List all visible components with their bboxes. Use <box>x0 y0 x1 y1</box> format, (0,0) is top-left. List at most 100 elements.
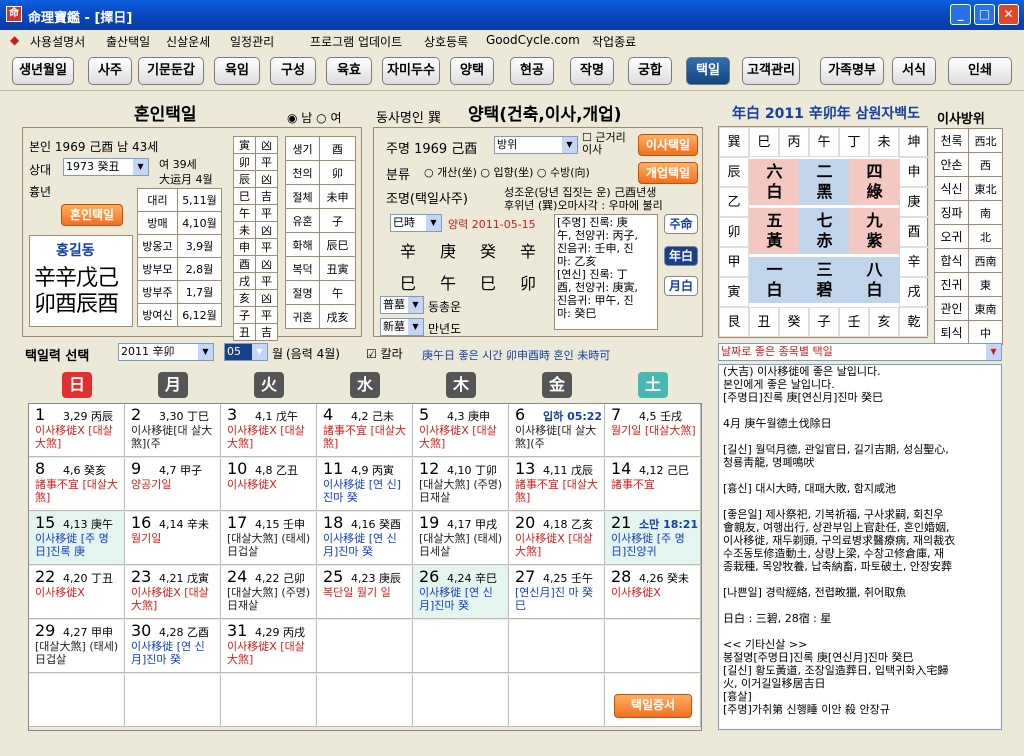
color-checkbox[interactable]: ☑ 칼라 <box>366 345 403 362</box>
calendar-day[interactable]: 29 4,27 甲申 [대살大煞] (태세)日겁살 <box>29 620 125 673</box>
partner-year-select[interactable]: 1973 癸丑 <box>63 158 149 176</box>
calendar-day[interactable]: 20 4,18 乙亥 이사移徙X [대살大煞] <box>509 512 605 565</box>
star-color: 碧 <box>816 280 833 299</box>
minimize-button[interactable]: _ <box>950 4 971 25</box>
day-number: 30 <box>131 621 152 640</box>
gender-radio[interactable]: ◉ 남 ○ 여 <box>287 109 342 126</box>
sel2[interactable]: 新墓 <box>380 318 424 336</box>
calendar-day[interactable]: 9 4,7 甲子 양공기일 <box>125 458 221 511</box>
calendar-day[interactable]: 16 4,14 辛未 월기일 <box>125 512 221 565</box>
calendar-day[interactable]: 7 4,5 壬戌 월기일 [대살大煞] <box>605 404 701 457</box>
samwon-dir: 申 <box>899 157 929 187</box>
calendar-day[interactable]: 17 4,15 壬申 [대살大煞] (태세)日겁살 <box>221 512 317 565</box>
calendar-day[interactable]: 31 4,29 丙戌 이사移徙X [대살大煞] <box>221 620 317 673</box>
marriage-title: 혼인택일 <box>134 105 197 125</box>
toolbar-button[interactable]: 인쇄 <box>948 57 1012 85</box>
toolbar-button[interactable]: 구성 <box>270 57 316 85</box>
calendar-day[interactable]: 5 4,3 庚申 이사移徙X [대살大煞] <box>413 404 509 457</box>
category-radio[interactable]: ○ 개산(坐) ○ 입향(坐) ○ 수방(向) <box>424 164 590 180</box>
month-white-button[interactable]: 月白 <box>664 276 698 296</box>
owner-info: 1969 己酉 <box>414 142 478 157</box>
calendar-day[interactable]: 2 3,30 丁巳 이사移徙[대 살大煞](주 <box>125 404 221 457</box>
toolbar-button[interactable]: 현공 <box>510 57 554 85</box>
day-lunar: 4,18 乙亥 <box>543 518 593 531</box>
calendar-day[interactable]: 11 4,9 丙寅 이사移徙 [연 신]진마 癸 <box>317 458 413 511</box>
calendar-day[interactable]: 24 4,22 己卯 [대살大煞] (주명)日재살 <box>221 566 317 619</box>
toolbar-button[interactable]: 가족명부 <box>820 57 884 85</box>
calendar-day[interactable]: 3 4,1 戊午 이사移徙X [대살大煞] <box>221 404 317 457</box>
calendar-day[interactable]: 1 3,29 丙辰 이사移徙X [대살大煞] <box>29 404 125 457</box>
purpose-line: 會親友, 여행出行, 상관부임上官赴任, 혼인婚姻, <box>723 521 950 534</box>
toolbar-button[interactable]: 작명 <box>570 57 614 85</box>
calendar-day[interactable]: 19 4,17 甲戌 [대살大煞] (태세)日세살 <box>413 512 509 565</box>
dae-cell: 대리 <box>137 188 178 212</box>
menu-item[interactable]: 일정관리 <box>230 33 274 50</box>
day-note: 이사移徙X [대살大煞] <box>515 532 593 558</box>
calendar-day[interactable]: 18 4,16 癸酉 이사移徙 [연 신月]진마 癸 <box>317 512 413 565</box>
purpose-line: [나쁜일] 경락經絡, 전렵畋獵, 취어取魚 <box>723 586 907 599</box>
calendar-day[interactable]: 13 4,11 戊辰 諸事不宜 [대살大煞] <box>509 458 605 511</box>
toolbar-button[interactable]: 궁합 <box>628 57 672 85</box>
star-number: 八 <box>866 260 883 279</box>
purpose-select[interactable]: 날짜로 좋은 종목별 택일 <box>718 343 1002 361</box>
direction-select[interactable]: 방위 <box>494 136 578 154</box>
calendar-day[interactable]: 21 소만 18:21 이사移徙 [주 명日]진양귀 <box>605 512 701 565</box>
near-move-checkbox[interactable]: ☐ 근거리 이사 <box>582 132 634 156</box>
sel1[interactable]: 普墓 <box>380 296 424 314</box>
toolbar-button[interactable]: 고객관리 <box>742 57 800 85</box>
window-title: 命理寶鑑 - [擇日] <box>28 11 133 26</box>
open-select-button[interactable]: 개업택일 <box>638 162 698 184</box>
calendar-day[interactable]: 27 4,25 壬午 [연신月]진 마 癸巳 <box>509 566 605 619</box>
gender-male: 남 <box>301 111 313 125</box>
branch-cell: 巳 <box>233 187 256 205</box>
calendar-day[interactable]: 10 4,8 乙丑 이사移徙X <box>221 458 317 511</box>
day-number: 17 <box>227 513 248 532</box>
calendar-day[interactable]: 4 4,2 己未 諸事不宜 [대살大煞] <box>317 404 413 457</box>
calendar-day[interactable]: 30 4,28 乙酉 이사移徙 [연 신月]진마 癸 <box>125 620 221 673</box>
toolbar-button[interactable]: 택일 <box>686 57 730 85</box>
close-button[interactable]: ✕ <box>998 4 1019 25</box>
purpose-textbox[interactable]: (大吉) 이사移徙에 좋은 날입니다. 본인에게 좋은 날입니다. [주명日]진록 … <box>718 364 1002 730</box>
toolbar-button[interactable]: 양택 <box>450 57 494 85</box>
menu-item[interactable]: GoodCycle.com <box>486 33 580 47</box>
menu-item[interactable]: 작업종료 <box>592 33 636 50</box>
toolbar-button[interactable]: 육임 <box>214 57 260 85</box>
move-select-button[interactable]: 이사택일 <box>638 134 698 156</box>
calendar-day[interactable]: 26 4,24 辛巳 이사移徙 [연 신月]진마 癸 <box>413 566 509 619</box>
menu-item[interactable]: 출산택일 <box>106 33 150 50</box>
hour-select[interactable]: 巳時 <box>390 214 442 232</box>
toolbar-button[interactable]: 서식 <box>892 57 936 85</box>
year-white-button[interactable]: 年白 <box>664 246 698 266</box>
menu-item[interactable]: 사용설명서 <box>30 33 85 50</box>
calendar-empty <box>605 620 701 673</box>
yangtaek-dong-label: 동사명인 <box>376 111 424 126</box>
menu-item[interactable]: 상호등록 <box>424 33 468 50</box>
ju-button[interactable]: 주命 <box>664 214 698 234</box>
certificate-button[interactable]: 택일증서 <box>614 694 692 718</box>
menu-item[interactable]: 신살운세 <box>166 33 210 50</box>
maximize-button[interactable]: □ <box>974 4 995 25</box>
calendar-day[interactable]: 6 입하 05:22 이사移徙[대 살大煞](주 <box>509 404 605 457</box>
toolbar-button[interactable]: 자미두수 <box>382 57 440 85</box>
calendar-day[interactable]: 22 4,20 丁丑 이사移徙X <box>29 566 125 619</box>
toolbar-button[interactable]: 기문둔갑 <box>138 57 204 85</box>
calendar-day[interactable]: 15 4,13 庚午 이사移徙 [주 명日]진록 庚 <box>29 512 125 565</box>
toolbar-button[interactable]: 육효 <box>326 57 372 85</box>
month-select[interactable]: 05 <box>224 343 268 361</box>
calendar-day[interactable]: 12 4,10 丁卯 [대살大煞] (주명)日재살 <box>413 458 509 511</box>
self-label: 본인 <box>29 140 52 154</box>
god-cell: 卯 <box>319 160 356 185</box>
yt-info-line: [연신] 진록: 丁 <box>557 268 628 281</box>
toolbar-button[interactable]: 생년월일 <box>12 57 74 85</box>
toolbar-button[interactable]: 사주 <box>88 57 132 85</box>
calendar-day[interactable]: 25 4,23 庚辰 복단일 월기 일 <box>317 566 413 619</box>
calendar-day[interactable]: 23 4,21 戊寅 이사移徙X [대살大煞] <box>125 566 221 619</box>
marriage-select-button[interactable]: 혼인택일 <box>61 204 123 226</box>
calendar-day[interactable]: 14 4,12 己巳 諸事不宜 <box>605 458 701 511</box>
sel1-label: 동총운 <box>428 300 462 314</box>
calendar-day[interactable]: 28 4,26 癸未 이사移徙X <box>605 566 701 619</box>
opt-iphyang: 입향(坐) <box>493 166 534 179</box>
calendar-day[interactable]: 8 4,6 癸亥 諸事不宜 [대살大煞] <box>29 458 125 511</box>
year-select[interactable]: 2011 辛卯 <box>118 343 214 361</box>
menu-item[interactable]: 프로그램 업데이트 <box>310 33 402 50</box>
